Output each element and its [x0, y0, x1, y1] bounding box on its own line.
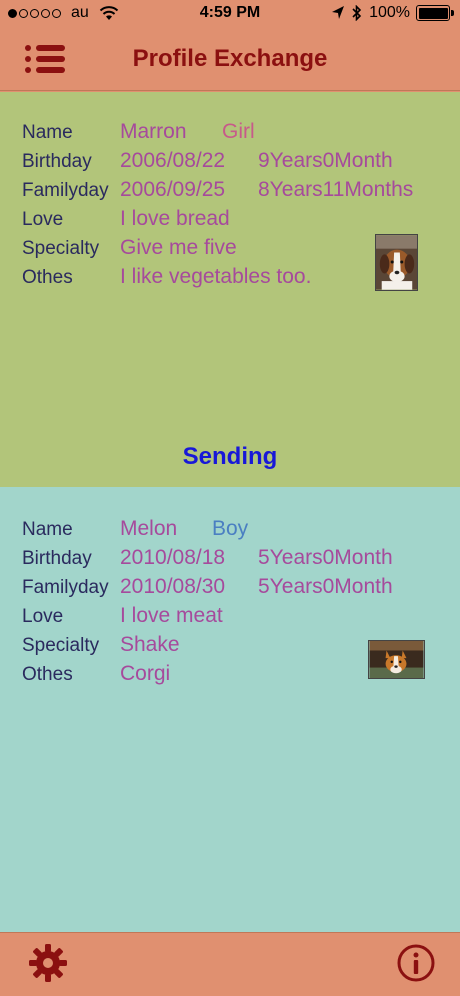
gear-icon[interactable]	[28, 943, 68, 983]
row-value: 2006/09/25	[120, 178, 226, 201]
row-value: I love meat	[120, 604, 223, 627]
row-label: Birthday	[22, 548, 92, 569]
row-label: Specialty	[22, 238, 100, 259]
row-label: Love	[22, 606, 64, 627]
row-value: Marron	[120, 120, 187, 143]
gender-value: Girl	[222, 120, 255, 143]
tab-bar	[0, 932, 460, 996]
received-profile-panel: Name Melon Boy Birthday 2010/08/18 5Year…	[0, 487, 460, 932]
row-label: Name	[22, 122, 73, 143]
nav-bar: Profile Exchange	[0, 28, 460, 91]
row-value: 2010/08/18	[120, 546, 226, 569]
age-value: 9Years0Month	[258, 149, 393, 172]
years-value: 5Years0Month	[258, 575, 393, 598]
row-label: Birthday	[22, 151, 92, 172]
row-label: Specialty	[22, 635, 100, 656]
bluetooth-icon	[352, 5, 362, 21]
sending-label: Sending	[182, 443, 278, 470]
row-value: I like vegetables too.	[120, 265, 312, 288]
row-value: 2010/08/30	[120, 575, 226, 598]
row-label: Love	[22, 209, 64, 230]
age-value: 5Years0Month	[258, 546, 393, 569]
row-value: Give me five	[120, 236, 237, 259]
row-label: Name	[22, 519, 73, 540]
row-label: Othes	[22, 267, 73, 288]
years-value: 8Years11Months	[258, 178, 414, 201]
status-right: 100%	[331, 4, 454, 22]
row-value: I love bread	[120, 207, 230, 230]
profile-photo[interactable]	[375, 234, 418, 291]
status-bar: au 4:59 PM 100%	[0, 0, 460, 28]
location-arrow-icon	[332, 6, 345, 19]
row-label: Familyday	[22, 577, 109, 598]
gender-value: Boy	[212, 517, 249, 540]
info-icon[interactable]	[396, 943, 436, 983]
row-value: Melon	[120, 517, 178, 540]
battery-percent: 100%	[369, 4, 410, 21]
my-profile-panel: Name Marron Girl Birthday 2006/08/22 9Ye…	[0, 92, 460, 487]
row-label: Familyday	[22, 180, 109, 201]
row-value: Shake	[120, 633, 180, 656]
profile-photo[interactable]	[368, 640, 425, 679]
row-value: 2006/08/22	[120, 149, 226, 172]
row-value: Corgi	[120, 662, 171, 685]
row-label: Othes	[22, 664, 73, 685]
battery-icon	[416, 5, 454, 21]
page-title: Profile Exchange	[132, 45, 328, 72]
